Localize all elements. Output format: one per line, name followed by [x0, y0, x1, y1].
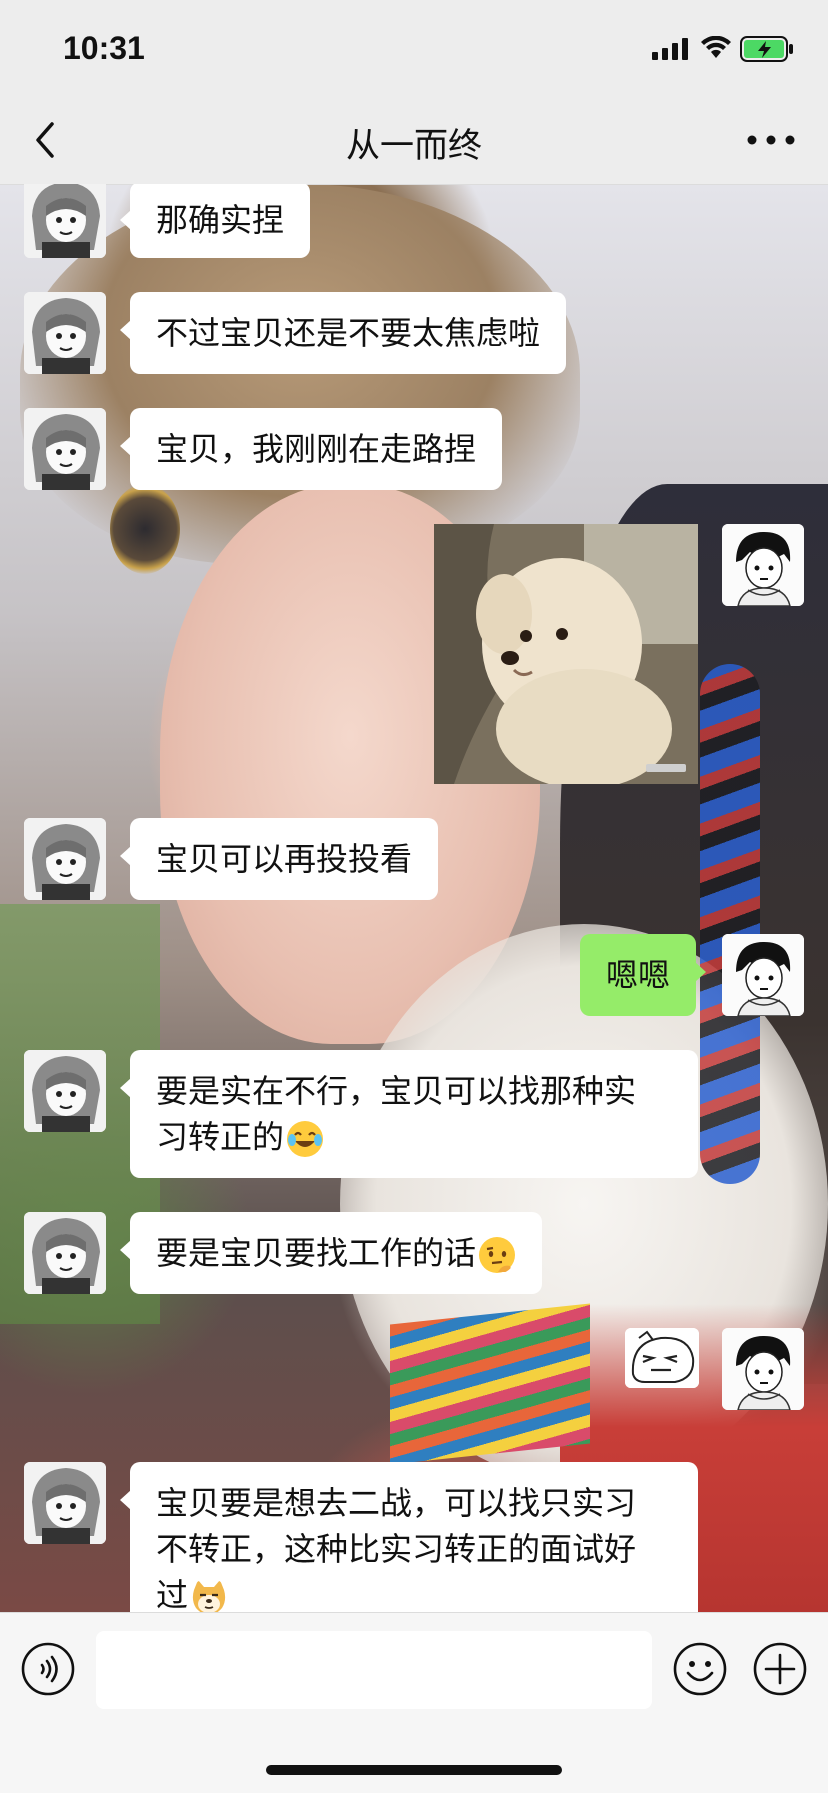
nav-bar: 从一而终: [0, 94, 828, 185]
message-text: 宝贝，我刚刚在走路捏: [156, 430, 477, 468]
message-text: 要是宝贝要找工作的话: [156, 1234, 477, 1272]
add-more-icon[interactable]: [752, 1641, 808, 1697]
voice-input-icon[interactable]: [20, 1641, 76, 1697]
message-bubble[interactable]: 宝贝要是想去二战，可以找只实习 不转正，这种比实习转正的面试好 过: [120, 1462, 698, 1612]
message-text: 那确实捏: [156, 201, 285, 239]
image-message[interactable]: [434, 524, 698, 784]
my-avatar[interactable]: [722, 1328, 804, 1410]
contact-avatar[interactable]: [24, 408, 106, 490]
my-message-bubble[interactable]: 嗯嗯: [580, 934, 707, 1016]
anime-boy-avatar-icon: [722, 1328, 804, 1410]
message-bubble[interactable]: 那确实捏: [119, 184, 311, 258]
contact-avatar[interactable]: [24, 184, 106, 258]
contact-avatar[interactable]: [24, 1050, 106, 1132]
contact-avatar[interactable]: [24, 292, 106, 374]
message-input[interactable]: [96, 1631, 652, 1709]
anime-girl-avatar-icon: [24, 1212, 106, 1294]
message-bubble[interactable]: 不过宝贝还是不要太焦虑啦: [119, 292, 567, 374]
message-bubble[interactable]: 要是实在不行，宝贝可以找那种实 习转正的: [120, 1050, 698, 1178]
message-text: 嗯嗯: [606, 956, 671, 994]
chat-area: 那确实捏 不过宝贝还是不要太焦虑啦 宝贝，我刚刚在走路捏 宝贝可以再投投看 嗯嗯…: [0, 184, 828, 1612]
input-bar: [0, 1612, 828, 1793]
my-avatar[interactable]: [722, 934, 804, 1016]
thinking-emoji-icon: [479, 1237, 516, 1273]
contact-avatar[interactable]: [24, 1462, 106, 1544]
message-text: 不过宝贝还是不要太焦虑啦: [156, 314, 541, 352]
doge-emoji-icon: [192, 1580, 226, 1612]
status-bar: 10:31: [0, 0, 828, 94]
message-bubble[interactable]: 要是宝贝要找工作的话: [119, 1212, 543, 1294]
emoji-picker-icon[interactable]: [672, 1641, 728, 1697]
anime-girl-avatar-icon: [24, 408, 106, 490]
anime-girl-avatar-icon: [24, 184, 106, 258]
anime-girl-avatar-icon: [24, 1462, 106, 1544]
sticker-face-icon: [625, 1328, 699, 1388]
wifi-icon: [701, 36, 731, 58]
message-text-line: 习转正的: [156, 1118, 285, 1156]
anime-boy-avatar-icon: [722, 934, 804, 1016]
message-text-line: 过: [156, 1576, 189, 1612]
anime-girl-avatar-icon: [24, 292, 106, 374]
anime-boy-avatar-icon: [722, 524, 804, 606]
status-time: 10:31: [63, 30, 145, 66]
puppy-photo-icon: [434, 524, 698, 784]
message-text-line: 不转正，这种比实习转正的面试好: [156, 1530, 637, 1568]
anime-girl-avatar-icon: [24, 1050, 106, 1132]
contact-avatar[interactable]: [24, 1212, 106, 1294]
contact-avatar[interactable]: [24, 818, 106, 900]
home-indicator[interactable]: [266, 1765, 562, 1775]
message-bubble[interactable]: 宝贝，我刚刚在走路捏: [119, 408, 503, 490]
chat-title: 从一而终: [346, 126, 482, 166]
message-text-line: 宝贝要是想去二战，可以找只实习: [156, 1484, 637, 1522]
my-avatar[interactable]: [722, 524, 804, 606]
message-bubble[interactable]: 宝贝可以再投投看: [119, 818, 439, 900]
message-text-line: 要是实在不行，宝贝可以找那种实: [156, 1072, 637, 1110]
cellular-signal-icon: [652, 38, 688, 60]
message-text: 宝贝可以再投投看: [156, 840, 413, 878]
anime-girl-avatar-icon: [24, 818, 106, 900]
sticker-message[interactable]: [625, 1328, 699, 1388]
laughing-tears-emoji-icon: [287, 1121, 324, 1157]
more-options-icon[interactable]: [746, 134, 796, 146]
battery-charging-icon: [740, 36, 793, 62]
